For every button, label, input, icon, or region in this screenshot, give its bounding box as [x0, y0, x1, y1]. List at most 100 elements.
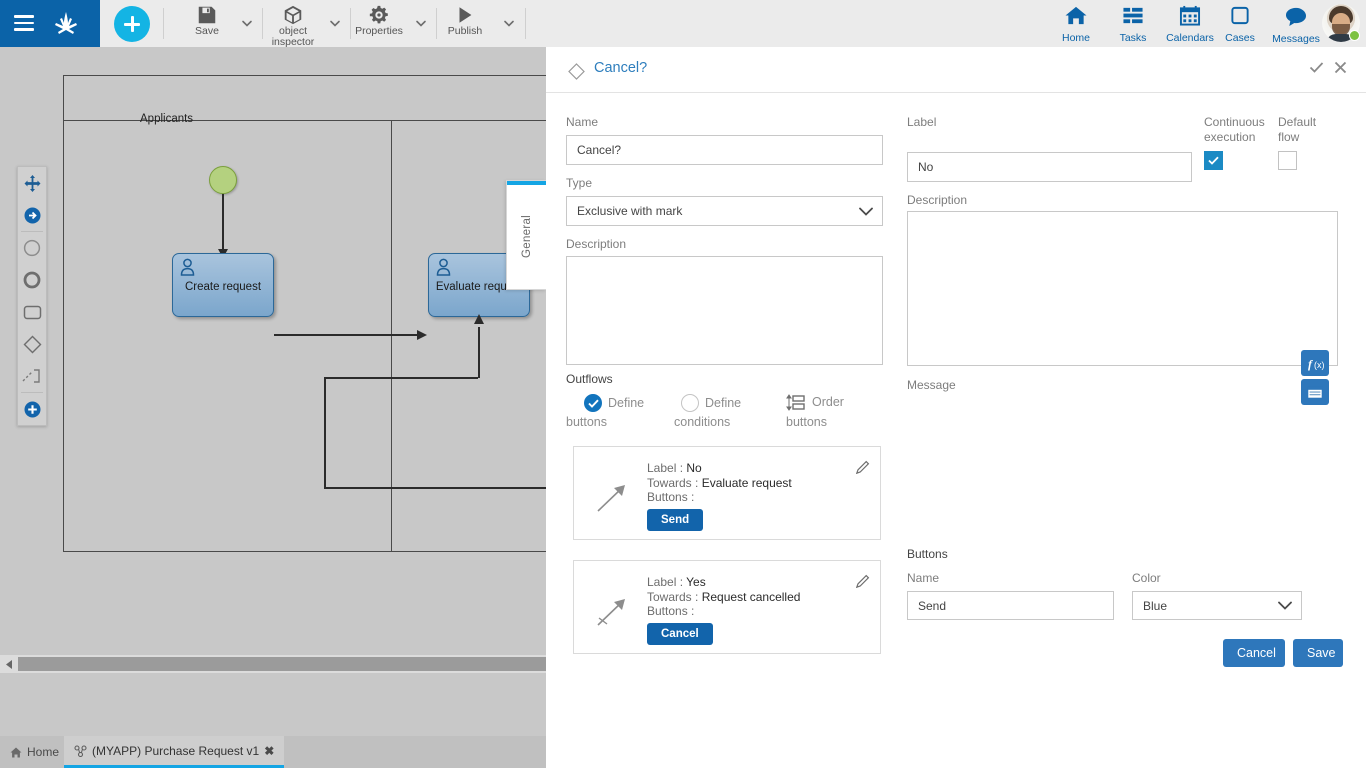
close-panel-icon[interactable]	[1334, 61, 1347, 79]
save-dropdown-caret[interactable]	[240, 17, 254, 29]
publish-button[interactable]: Publish	[436, 0, 494, 47]
flow-label-input[interactable]	[907, 152, 1192, 182]
properties-dropdown-caret[interactable]	[414, 17, 428, 29]
bottom-tab-home[interactable]: Home	[0, 736, 69, 768]
palette-add-artifact-icon[interactable]	[18, 393, 46, 425]
status-badge	[1349, 30, 1360, 41]
radio-checked-icon[interactable]	[584, 394, 602, 412]
close-icon[interactable]: ✖	[264, 744, 274, 758]
outflow-card[interactable]: Label : Yes Towards : Request cancelled …	[573, 560, 881, 654]
object-inspector-dropdown-caret[interactable]	[328, 17, 342, 29]
palette-association-icon[interactable]	[18, 360, 46, 392]
default-flow-label-1: Default	[1278, 115, 1333, 130]
flow-description-textarea[interactable]	[907, 211, 1338, 366]
flow-arrowhead	[472, 313, 486, 325]
button-color-select[interactable]: Blue	[1132, 591, 1302, 620]
nav-home[interactable]: Home	[1049, 2, 1103, 47]
outflow-buttons-key: Buttons :	[647, 490, 792, 505]
mode-define-buttons[interactable]: Define	[584, 394, 644, 413]
flow-connector	[222, 194, 224, 252]
nav-cases-label: Cases	[1213, 32, 1267, 44]
palette-task-icon[interactable]	[18, 296, 46, 328]
message-label: Message	[907, 378, 956, 392]
mode-order-buttons[interactable]: Order	[786, 394, 844, 411]
bottom-tab-home-label: Home	[27, 745, 59, 759]
default-flow-label-2: flow	[1278, 130, 1333, 145]
save-button[interactable]: Save	[1293, 639, 1343, 667]
general-tab-label: General	[507, 181, 546, 291]
outflow-towards-row: Towards : Request cancelled	[647, 590, 800, 605]
palette-end-event-icon[interactable]	[18, 264, 46, 296]
cancel-button[interactable]: Cancel	[1223, 639, 1285, 667]
horizontal-scrollbar[interactable]	[0, 655, 546, 673]
bottom-tab-purchase-request[interactable]: (MYAPP) Purchase Request v1 ✖	[64, 736, 284, 768]
outflow-towards-value: Request cancelled	[702, 590, 801, 604]
type-select[interactable]: Exclusive with mark	[566, 196, 883, 226]
outflow-card[interactable]: Label : No Towards : Evaluate request Bu…	[573, 446, 881, 540]
description-textarea[interactable]	[566, 256, 883, 365]
button-name-input[interactable]	[907, 591, 1114, 620]
nav-cases[interactable]: Cases	[1213, 2, 1267, 47]
palette-gateway-icon[interactable]	[18, 328, 46, 360]
lane-label: Applicants	[140, 113, 193, 125]
scrollbar-thumb[interactable]	[18, 657, 546, 671]
general-side-tab[interactable]: General	[506, 180, 546, 290]
panel-header: Cancel?	[546, 47, 1366, 93]
save-label: Save	[178, 26, 236, 37]
process-canvas[interactable]: Applicants Create request Evaluate	[0, 47, 546, 720]
properties-panel: Cancel? Name Type Exclusive with mark De…	[546, 47, 1366, 768]
default-flow-checkbox[interactable]	[1278, 151, 1297, 170]
publish-dropdown-caret[interactable]	[502, 17, 516, 29]
svg-text:f: f	[1308, 357, 1313, 371]
flow-label-label: Label	[907, 115, 936, 129]
button-color-label: Color	[1132, 571, 1161, 585]
outflow-label-value: No	[686, 461, 701, 475]
object-inspector-button[interactable]: object inspector	[264, 0, 322, 47]
pencil-icon[interactable]	[856, 460, 870, 474]
outflow-label-key: Label :	[647, 575, 683, 589]
name-label: Name	[566, 115, 598, 129]
properties-button[interactable]: Properties	[350, 0, 408, 47]
mode-order-buttons-label-2: buttons	[786, 415, 827, 429]
avatar[interactable]	[1322, 4, 1360, 42]
gateway-diamond-icon	[568, 63, 585, 80]
properties-label: Properties	[350, 26, 408, 37]
shape-palette[interactable]	[17, 166, 47, 426]
bizagi-logo-icon[interactable]	[50, 9, 82, 39]
pencil-icon[interactable]	[856, 574, 870, 588]
bottom-tab-purchase-request-label: (MYAPP) Purchase Request v1	[92, 744, 259, 758]
description-label: Description	[566, 237, 626, 251]
flow-description-label: Description	[907, 193, 967, 207]
function-fx-icon[interactable]: f (x)	[1301, 350, 1329, 376]
page-title: Cancel?	[594, 60, 647, 76]
plus-icon[interactable]	[114, 6, 150, 42]
start-event-node[interactable]	[209, 166, 237, 194]
task-create-request[interactable]: Create request	[172, 253, 274, 317]
scroll-left-arrow[interactable]	[0, 655, 18, 673]
top-toolbar: Save object inspector Properties	[0, 0, 1366, 47]
nav-tasks[interactable]: Tasks	[1106, 2, 1160, 47]
radio-unchecked-icon[interactable]	[681, 394, 699, 412]
outflow-button-send[interactable]: Send	[647, 509, 703, 531]
name-input[interactable]	[566, 135, 883, 165]
nav-messages-label: Messages	[1264, 33, 1328, 45]
outflows-label: Outflows	[566, 372, 613, 386]
palette-move-icon[interactable]	[18, 167, 46, 199]
save-button[interactable]: Save	[178, 0, 236, 47]
calendar-icon	[1179, 5, 1201, 26]
bottom-tabbar: Home (MYAPP) Purchase Request v1 ✖	[0, 736, 546, 768]
nav-messages[interactable]: Messages	[1264, 2, 1328, 47]
palette-start-event-icon[interactable]	[18, 232, 46, 264]
palette-sequence-flow-icon[interactable]	[18, 199, 46, 231]
continuous-execution-checkbox[interactable]	[1204, 151, 1223, 170]
form-insert-icon[interactable]	[1301, 379, 1329, 405]
accept-panel-check-icon[interactable]	[1309, 61, 1324, 79]
outflow-label-row: Label : No	[647, 461, 792, 476]
mode-define-conditions[interactable]: Define	[681, 394, 741, 413]
outflow-label-value: Yes	[686, 575, 706, 589]
default-flow-icon	[594, 593, 630, 629]
message-bubble-icon	[1284, 6, 1308, 27]
hamburger-icon[interactable]	[14, 15, 34, 31]
check-icon	[1208, 156, 1219, 165]
outflow-button-cancel[interactable]: Cancel	[647, 623, 713, 645]
